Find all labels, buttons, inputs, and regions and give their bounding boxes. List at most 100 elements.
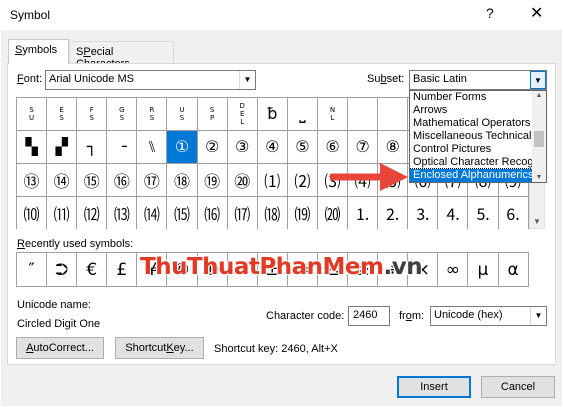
symbol-cell[interactable]: R S [137,98,168,131]
symbol-cell[interactable]: E S [47,98,78,131]
char-code-input[interactable]: 2460 [348,306,390,326]
scroll-down-icon[interactable]: ▼ [532,174,546,181]
symbol-cell[interactable]: ① [167,130,198,164]
symbol-cell[interactable]: ⑬ [17,163,48,197]
symbol-cell[interactable]: ② [197,130,228,164]
symbol-cell[interactable]: ⑿ [77,196,108,229]
recent-symbol-cell[interactable]: ∞ [438,253,469,287]
symbol-cell[interactable]: ⑵ [287,163,318,197]
subset-dropdown-list[interactable]: Number Forms Arrows Mathematical Operators… [409,90,547,183]
symbol-cell[interactable]: ⒌ [468,196,499,229]
symbol-cell[interactable]: ⑰ [137,163,168,197]
recent-label-accel: R [17,238,25,250]
recent-label-text: ecently used symbols: [24,238,134,250]
symbol-cell[interactable]: ⒊ [408,196,439,229]
symbol-cell[interactable]: ④ [257,130,288,164]
subset-list-item[interactable]: Control Pictures [410,143,534,156]
symbol-cell[interactable]: ⑯ [107,163,138,197]
symbol-cell[interactable]: S U [17,98,48,131]
subset-label-pre: Su [367,73,381,85]
symbol-cell[interactable]: ⒃ [197,196,228,229]
symbol-cell[interactable]: ⑥ [317,130,349,164]
title-bar: Symbol ? ✕ [0,0,563,30]
autocorrect-button[interactable]: AutoCorrect... [16,337,104,359]
cancel-button[interactable]: Cancel [481,376,555,398]
symbol-cell[interactable]: ⑱ [167,163,198,197]
symbol-cell[interactable]: ▞ [47,130,78,164]
watermark-part5: .vn [383,254,423,280]
recent-symbol-cell[interactable]: € [77,253,108,287]
tab-symbols[interactable]: Symbols [8,39,69,64]
symbol-cell[interactable]: ⑭ [47,163,78,197]
symbol-cell[interactable]: ⒆ [287,196,318,229]
symbol-cell[interactable]: ⒂ [167,196,198,229]
chevron-down-icon[interactable]: ▼ [530,307,546,325]
symbol-cell[interactable]: ⑴ [257,163,288,197]
symbol-cell[interactable]: ⑮ [77,163,108,197]
symbol-cell[interactable]: ⑳ [227,163,258,197]
symbol-cell[interactable]: ▚ [17,130,48,164]
recent-symbol-cell[interactable]: ″ [17,253,48,287]
symbol-cell[interactable]: ⒋ [438,196,469,229]
recent-symbol-cell[interactable]: £ [107,253,138,287]
symbol-cell[interactable]: ⒇ [317,196,349,229]
subset-list-item[interactable]: Enclosed Alphanumerics [410,168,535,182]
scroll-down-icon[interactable]: ▼ [530,217,544,226]
subset-list-item[interactable]: Mathematical Operators [410,117,534,130]
symbol-cell[interactable]: N L [317,98,349,131]
symbol-cell[interactable]: ⑊ [137,130,168,164]
symbol-cell[interactable]: ⒈ [348,196,379,229]
recent-symbol-cell[interactable]: µ [468,253,499,287]
subset-list-item[interactable]: Optical Character Recognition [410,156,534,169]
chevron-down-icon[interactable]: ▼ [239,71,255,89]
tab-special-accel: P [83,46,91,58]
recent-symbol-cell[interactable]: ⮊ [47,253,78,287]
symbol-cell[interactable]: ⑲ [197,163,228,197]
symbol-cell[interactable] [348,98,379,131]
subset-select[interactable]: Basic Latin ▼ [409,70,547,90]
symbol-cell[interactable]: U S [167,98,198,131]
close-icon[interactable]: ✕ [530,3,543,23]
symbol-cell[interactable]: ƀ [257,98,288,131]
symbol-cell[interactable]: ⒁ [137,196,168,229]
recent-symbol-cell[interactable]: α [498,253,529,287]
symbol-cell[interactable]: ⒍ [498,196,529,229]
insert-button[interactable]: Insert [397,376,471,398]
subset-list-item[interactable]: Miscellaneous Technical [410,130,534,143]
shortcut-key-text: Shortcut key: 2460, Alt+X [214,343,338,355]
symbol-cell[interactable]: ⒄ [227,196,258,229]
red-arrow-icon [330,163,408,191]
symbol-cell[interactable]: ⒅ [257,196,288,229]
chevron-down-icon[interactable]: ▼ [530,71,546,89]
subset-label-text: set: [386,73,405,85]
symbol-cell[interactable]: ③ [227,130,258,164]
symbol-cell[interactable]: ⑾ [47,196,78,229]
symbol-cell[interactable]: ⑤ [287,130,318,164]
symbol-cell[interactable]: ⒀ [107,196,138,229]
from-select[interactable]: Unicode (hex) ▼ [430,306,547,326]
font-label-accel: F [17,73,24,85]
scroll-up-icon[interactable]: ▲ [532,92,546,99]
symbol-cell[interactable] [378,98,409,131]
symbol-cell[interactable]: ⑽ [17,196,48,229]
subset-list-item[interactable]: Number Forms [410,91,534,104]
symbol-cell[interactable]: ┐ [77,130,108,164]
font-select[interactable]: Arial Unicode MS ▼ [45,70,256,90]
symbol-cell[interactable]: G S [107,98,138,131]
scroll-thumb[interactable] [534,131,544,147]
tab-special-characters[interactable]: SPecial Characters [69,41,174,70]
subset-list-item[interactable]: Arrows [410,104,534,117]
symbol-cell[interactable]: ⎵ [287,98,318,131]
symbol-cell[interactable]: ⒉ [378,196,409,229]
symbol-cell[interactable]: ╶ [107,130,138,164]
symbol-cell[interactable]: S P [197,98,228,131]
symbol-cell[interactable]: ⑧ [378,130,409,164]
subset-list-scrollbar[interactable]: ▲ ▼ [532,91,546,182]
shortcut-key-button[interactable]: Shortcut Key... [115,337,204,359]
symbol-cell[interactable]: D E L [227,98,258,131]
help-icon[interactable]: ? [486,5,494,21]
shortcut-key-pre: Shortcut [125,342,167,354]
symbol-cell[interactable]: F S [77,98,108,131]
symbol-cell[interactable]: ⑦ [348,130,379,164]
from-label: from: [399,310,424,322]
